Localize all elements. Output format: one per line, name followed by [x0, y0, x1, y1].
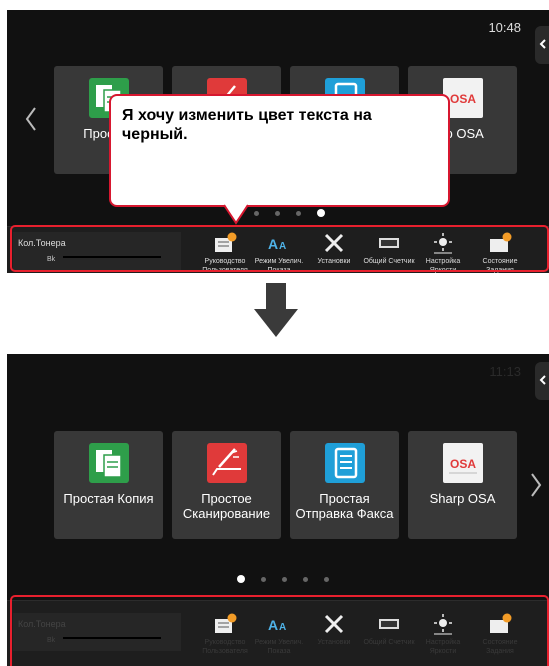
tile-simple-copy[interactable]: Простая Копия [54, 431, 163, 539]
page-dot[interactable] [282, 576, 287, 582]
tile-label: Sharp OSA [429, 491, 496, 506]
osa-icon: OSA [442, 443, 483, 483]
tile-simple-fax[interactable]: Простая Отправка Факса [290, 431, 399, 539]
copy-icon [88, 443, 129, 483]
page-dot-active[interactable] [237, 575, 245, 583]
side-panel-tab[interactable] [535, 26, 549, 64]
svg-text:OSA: OSA [449, 92, 475, 106]
callout-tail [223, 203, 249, 225]
chevron-left-icon[interactable] [23, 104, 41, 134]
page-indicator [237, 575, 329, 583]
page-dot[interactable] [324, 576, 329, 582]
page-dot[interactable] [261, 576, 266, 582]
arrow-down-icon [254, 283, 298, 337]
callout-text: Я хочу изменить цвет текста на черный. [122, 107, 372, 143]
tile-label: Простая Отправка Факса [295, 491, 394, 521]
taskbar-highlight [10, 595, 549, 666]
fax-icon [324, 443, 365, 483]
tile-sharp-osa[interactable]: OSA Sharp OSA [408, 431, 517, 539]
speech-callout: Я хочу изменить цвет текста на черный. [109, 94, 450, 207]
page-dot[interactable] [303, 576, 308, 582]
page-dot[interactable] [296, 210, 301, 216]
svg-text:OSA: OSA [449, 457, 475, 471]
tile-label: Простое Сканирование [182, 491, 271, 521]
scan-icon [206, 443, 247, 483]
page-dot-active[interactable] [317, 209, 325, 217]
taskbar-highlight [10, 225, 549, 272]
page-indicator [254, 209, 325, 217]
page-dot[interactable] [275, 210, 280, 216]
clock: 10:48 [488, 20, 521, 35]
tile-simple-scan[interactable]: Простое Сканирование [172, 431, 281, 539]
chevron-right-icon[interactable] [528, 470, 546, 500]
chevron-left-icon [539, 375, 546, 385]
tile-label: Простая Копия [63, 491, 154, 506]
page-dot[interactable] [254, 210, 259, 216]
clock: 11:13 [489, 364, 521, 379]
side-panel-tab[interactable] [535, 362, 549, 400]
chevron-left-icon [539, 39, 546, 49]
